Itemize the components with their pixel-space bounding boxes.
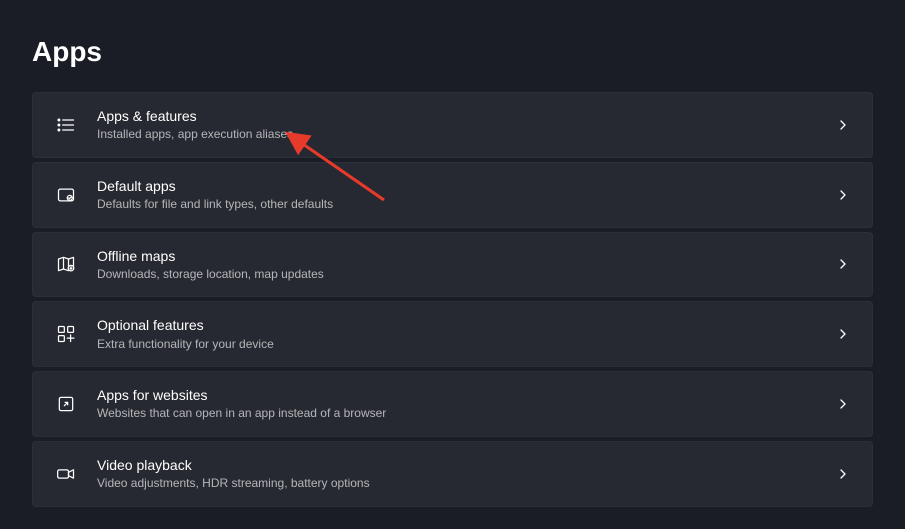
apps-for-websites-icon xyxy=(55,393,77,415)
item-subtitle: Defaults for file and link types, other … xyxy=(97,197,836,213)
item-text: Apps & features Installed apps, app exec… xyxy=(97,107,836,143)
chevron-right-icon xyxy=(836,118,850,132)
default-apps-icon xyxy=(55,184,77,206)
item-text: Offline maps Downloads, storage location… xyxy=(97,247,836,283)
settings-item-video-playback[interactable]: Video playback Video adjustments, HDR st… xyxy=(32,441,873,507)
item-text: Video playback Video adjustments, HDR st… xyxy=(97,456,836,492)
settings-item-optional-features[interactable]: Optional features Extra functionality fo… xyxy=(32,301,873,367)
item-text: Optional features Extra functionality fo… xyxy=(97,316,836,352)
item-title: Default apps xyxy=(97,177,836,195)
item-title: Offline maps xyxy=(97,247,836,265)
item-subtitle: Installed apps, app execution aliases xyxy=(97,127,836,143)
settings-item-apps-for-websites[interactable]: Apps for websites Websites that can open… xyxy=(32,371,873,437)
chevron-right-icon xyxy=(836,188,850,202)
item-title: Video playback xyxy=(97,456,836,474)
item-subtitle: Video adjustments, HDR streaming, batter… xyxy=(97,476,836,492)
item-title: Optional features xyxy=(97,316,836,334)
page-title: Apps xyxy=(0,0,905,92)
chevron-right-icon xyxy=(836,397,850,411)
item-title: Apps & features xyxy=(97,107,836,125)
settings-item-apps-features[interactable]: Apps & features Installed apps, app exec… xyxy=(32,92,873,158)
video-playback-icon xyxy=(55,463,77,485)
item-subtitle: Websites that can open in an app instead… xyxy=(97,406,836,422)
settings-item-offline-maps[interactable]: Offline maps Downloads, storage location… xyxy=(32,232,873,298)
item-text: Apps for websites Websites that can open… xyxy=(97,386,836,422)
offline-maps-icon xyxy=(55,253,77,275)
item-text: Default apps Defaults for file and link … xyxy=(97,177,836,213)
settings-item-default-apps[interactable]: Default apps Defaults for file and link … xyxy=(32,162,873,228)
item-subtitle: Extra functionality for your device xyxy=(97,337,836,353)
chevron-right-icon xyxy=(836,467,850,481)
apps-features-icon xyxy=(55,114,77,136)
chevron-right-icon xyxy=(836,257,850,271)
settings-list: Apps & features Installed apps, app exec… xyxy=(0,92,905,507)
item-subtitle: Downloads, storage location, map updates xyxy=(97,267,836,283)
chevron-right-icon xyxy=(836,327,850,341)
optional-features-icon xyxy=(55,323,77,345)
item-title: Apps for websites xyxy=(97,386,836,404)
